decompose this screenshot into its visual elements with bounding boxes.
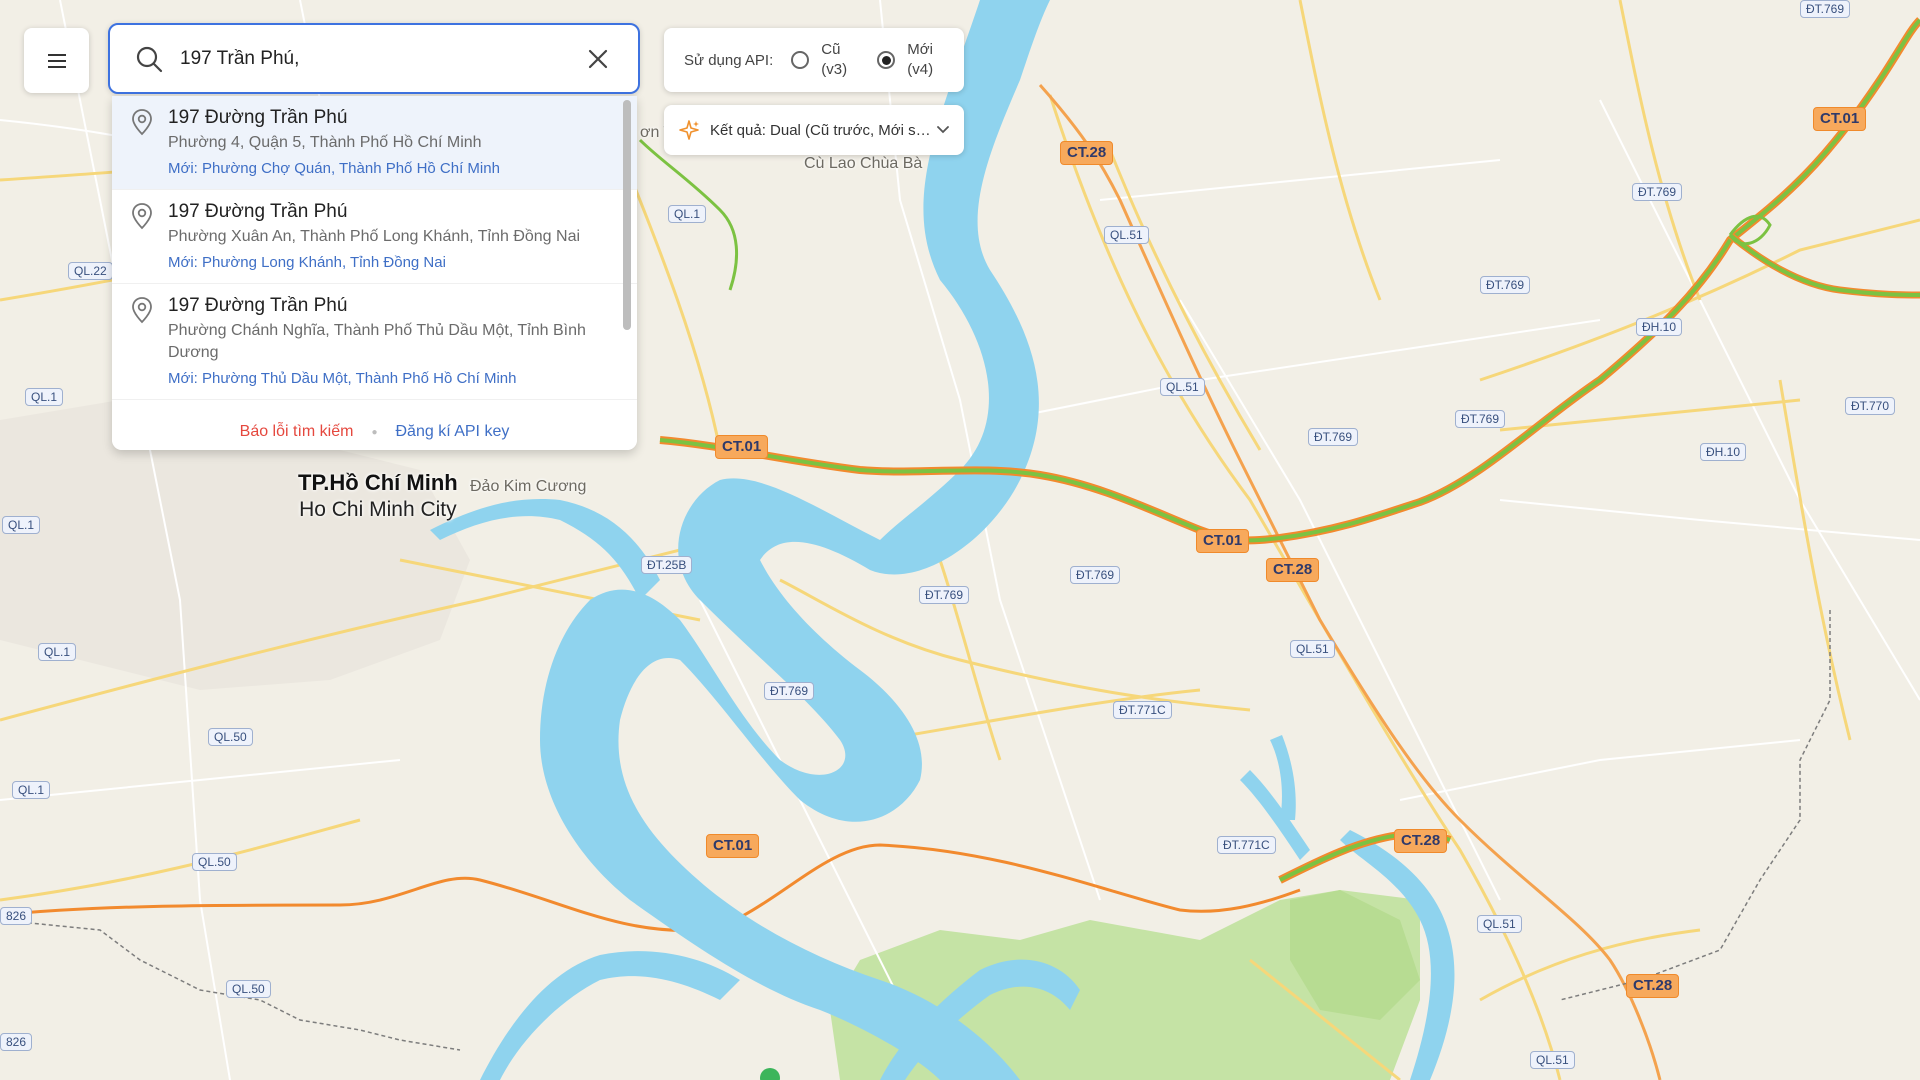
road-label: ĐT.769: [1070, 566, 1121, 584]
result-title: 197 Đường Trần Phú: [168, 295, 348, 316]
place-label: Đảo Kim Cương: [470, 478, 587, 495]
chevron-down-icon: [937, 126, 949, 134]
highway-label: CT.01: [715, 435, 769, 459]
road-label: QL.51: [1530, 1051, 1575, 1069]
road-label: QL.1: [668, 205, 707, 223]
road-label: 826: [0, 907, 33, 925]
location-pin-icon: [132, 203, 152, 230]
search-icon: [136, 46, 163, 72]
dropdown-footer: Báo lỗi tìm kiếm ● Đăng kí API key: [112, 414, 637, 450]
highway-label: CT.01: [1813, 107, 1867, 131]
radio-new[interactable]: [877, 51, 896, 69]
road-label: QL.1: [2, 516, 41, 534]
road-label: QL.50: [192, 853, 237, 871]
road-label: ĐT.769: [1800, 0, 1851, 18]
search-result-item[interactable]: 197 Đường Trần Phú Phường Xuân An, Thành…: [112, 190, 637, 284]
road-label: ĐT.769: [764, 682, 815, 700]
api-option-new[interactable]: Mới (v4): [877, 40, 941, 80]
place-label: Cù Lao Chùa Bà: [804, 155, 923, 172]
city-name-vi: TP.Hồ Chí Minh: [298, 470, 458, 495]
road-label: QL.1: [25, 388, 64, 406]
radio-old[interactable]: [791, 51, 810, 69]
road-label: ĐT.770: [1845, 397, 1896, 415]
hamburger-icon: [47, 53, 66, 68]
city-label: TP.Hồ Chí Minh Ho Chi Minh City: [298, 470, 458, 522]
road-label: QL.50: [226, 980, 271, 998]
search-results-dropdown: 197 Đường Trần Phú Phường 4, Quận 5, Thà…: [112, 96, 637, 450]
api-label: Sử dụng API:: [684, 51, 774, 69]
report-search-error-link[interactable]: Báo lỗi tìm kiếm: [240, 423, 354, 441]
api-option-new-label: Mới (v4): [907, 41, 934, 78]
road-label: ĐT.771C: [1217, 836, 1276, 854]
highway-label: CT.28: [1394, 829, 1448, 853]
road-label: ĐT.769: [919, 586, 970, 604]
road-label: 826: [0, 1033, 33, 1051]
road-label: ĐT.769: [1455, 410, 1506, 428]
api-option-old[interactable]: Cũ (v3): [791, 40, 855, 80]
search-input[interactable]: [178, 46, 586, 71]
road-label: ĐT.771C: [1113, 701, 1172, 719]
result-address: Phường Xuân An, Thành Phố Long Khánh, Tỉ…: [168, 228, 581, 245]
road-label: QL.51: [1104, 226, 1149, 244]
search-result-item[interactable]: 197 Đường Trần Phú Phường Chánh Nghĩa, T…: [112, 284, 637, 400]
city-name-en: Ho Chi Minh City: [299, 498, 457, 521]
highway-label: CT.01: [706, 834, 760, 858]
api-option-old-label: Cũ (v3): [821, 41, 848, 78]
road-label: ĐT.25B: [641, 556, 693, 574]
road-label: QL.51: [1477, 915, 1522, 933]
search-result-item[interactable]: 197 Đường Trần Phú Phường 4, Quận 5, Thà…: [112, 96, 637, 190]
result-mode-text: Kết quả: Dual (Cũ trước, Mới sau): [710, 121, 936, 139]
road-label: QL.51: [1290, 640, 1335, 658]
location-pin-icon: [132, 297, 152, 324]
road-label: ĐT.769: [1632, 183, 1683, 201]
road-label: QL.1: [38, 643, 77, 661]
sparkle-icon: [679, 120, 699, 140]
result-new-address: Mới: Phường Long Khánh, Tỉnh Đồng Nai: [168, 254, 446, 271]
result-address: Phường Chánh Nghĩa, Thành Phố Thủ Dầu Mộ…: [168, 322, 586, 361]
road-label: QL.50: [208, 728, 253, 746]
highway-label: CT.28: [1060, 141, 1114, 165]
result-new-address: Mới: Phường Chợ Quán, Thành Phố Hồ Chí M…: [168, 160, 500, 177]
result-new-address: Mới: Phường Thủ Dầu Một, Thành Phố Hồ Ch…: [168, 370, 517, 387]
location-pin-icon: [132, 109, 152, 136]
highway-label: CT.28: [1626, 974, 1680, 998]
road-label: QL.1: [12, 781, 51, 799]
road-label: ĐT.769: [1308, 428, 1359, 446]
road-label: ĐT.769: [1480, 276, 1531, 294]
menu-button[interactable]: [24, 28, 89, 93]
highway-label: CT.01: [1196, 529, 1250, 553]
highway-label: CT.28: [1266, 558, 1320, 582]
separator-dot: ●: [371, 426, 378, 438]
result-address: Phường 4, Quận 5, Thành Phố Hồ Chí Minh: [168, 134, 482, 151]
api-version-selector: Sử dụng API: Cũ (v3) Mới (v4): [664, 28, 964, 92]
close-icon[interactable]: [586, 47, 610, 71]
register-api-key-link[interactable]: Đăng kí API key: [396, 423, 510, 441]
road-label: ĐH.10: [1700, 443, 1747, 461]
result-title: 197 Đường Trần Phú: [168, 107, 348, 128]
search-bar[interactable]: [108, 23, 640, 94]
road-label: ĐH.10: [1636, 318, 1683, 336]
result-mode-select[interactable]: Kết quả: Dual (Cũ trước, Mới sau): [664, 105, 964, 155]
road-label: QL.51: [1160, 378, 1205, 396]
result-title: 197 Đường Trần Phú: [168, 201, 348, 222]
results-scrollbar[interactable]: [623, 100, 631, 330]
road-label: QL.22: [68, 262, 113, 280]
